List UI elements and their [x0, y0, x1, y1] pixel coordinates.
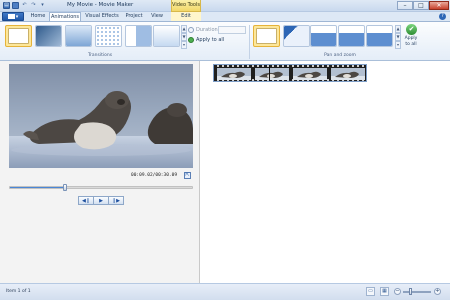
clip-thumbnail-frame	[293, 68, 327, 80]
pan-zoom-pan-diagonal[interactable]	[283, 25, 310, 47]
file-menu-icon	[7, 14, 15, 19]
save-icon[interactable]	[12, 2, 19, 9]
clip-thumbnail-frame	[255, 68, 289, 80]
pan-zoom-zoom-in[interactable]	[310, 25, 337, 47]
app-menu-icon[interactable]: ▤	[3, 2, 10, 9]
title-bar: ▤ ↶ ↷ ▾ My Movie - Movie Maker Video Too…	[0, 0, 450, 12]
transition-zoom[interactable]	[153, 25, 180, 47]
apply-to-all-check-icon: ✔	[406, 24, 417, 35]
pan-zoom-zoom-out[interactable]	[338, 25, 365, 47]
seek-bar[interactable]	[9, 184, 193, 191]
storyboard-pane	[201, 61, 450, 283]
window-title: My Movie - Movie Maker	[67, 2, 134, 8]
close-button[interactable]: ✕	[429, 1, 449, 10]
ribbon: ▲ ▼ ▾ Duration: Apply to all Transitions…	[0, 21, 450, 61]
undo-icon[interactable]: ↶	[21, 2, 28, 9]
gallery-down-icon[interactable]: ▼	[181, 33, 187, 41]
status-bar: Item 1 of 1 ▭ ▦ − +	[0, 283, 450, 300]
zoom-out-button[interactable]: −	[394, 288, 401, 295]
play-button[interactable]: ▶	[94, 196, 108, 205]
ribbon-tab-bar: ▾ Home Animations Visual Effects Project…	[0, 12, 450, 21]
pan-zoom-none[interactable]	[253, 25, 280, 47]
gallery-down-icon[interactable]: ▼	[395, 33, 401, 41]
seek-progress	[10, 187, 65, 188]
tab-home[interactable]: Home	[27, 12, 49, 21]
preview-pane: 00:09.02/00:30.09 ⇱ ◀❙ ▶ ❙▶	[0, 61, 200, 283]
transition-none[interactable]	[5, 25, 32, 47]
storyboard-view-icon[interactable]: ▦	[380, 287, 389, 296]
tab-visual-effects[interactable]: Visual Effects	[83, 12, 121, 21]
file-menu-button[interactable]: ▾	[2, 12, 24, 21]
zoom-slider-thumb[interactable]	[409, 288, 412, 295]
tab-project[interactable]: Project	[122, 12, 146, 21]
zoom-in-button[interactable]: +	[434, 288, 441, 295]
playback-controls: ◀❙ ▶ ❙▶	[78, 196, 124, 205]
video-clip[interactable]	[213, 64, 367, 82]
playhead[interactable]	[269, 65, 270, 81]
gallery-up-icon[interactable]: ▲	[395, 25, 401, 33]
redo-icon[interactable]: ↷	[30, 2, 37, 9]
pan-zoom-group-label: Pan and zoom	[324, 53, 356, 58]
clip-thumbnail-frame	[217, 68, 251, 80]
duration-field[interactable]	[218, 26, 246, 34]
previous-frame-button[interactable]: ◀❙	[78, 196, 94, 205]
fullscreen-icon[interactable]: ⇱	[184, 172, 191, 179]
workspace: 00:09.02/00:30.09 ⇱ ◀❙ ▶ ❙▶	[0, 61, 450, 283]
apply-to-all-icon	[188, 37, 194, 43]
gallery-more-icon[interactable]: ▾	[181, 41, 187, 49]
pan-zoom-gallery-scroll: ▲ ▼ ▾	[395, 25, 401, 49]
ribbon-divider	[249, 25, 250, 59]
gallery-more-icon[interactable]: ▾	[395, 41, 401, 49]
pan-zoom-pan-up[interactable]	[366, 25, 393, 47]
duration-icon	[188, 27, 194, 33]
quick-access-toolbar: ▤ ↶ ↷ ▾	[3, 2, 46, 9]
zoom-slider[interactable]	[403, 291, 431, 293]
minimize-button[interactable]: –	[397, 1, 413, 10]
transition-crossfade[interactable]	[35, 25, 62, 47]
transitions-group-label: Transitions	[87, 53, 113, 58]
chevron-down-icon: ▾	[15, 13, 19, 20]
next-frame-button[interactable]: ❙▶	[108, 196, 124, 205]
tab-view[interactable]: View	[147, 12, 167, 21]
maximize-button[interactable]: □	[413, 1, 429, 10]
gallery-up-icon[interactable]: ▲	[181, 25, 187, 33]
video-frame-image	[9, 64, 193, 168]
timecode-display: 00:09.02/00:30.09	[131, 173, 178, 178]
duration-label: Duration:	[196, 27, 220, 33]
help-icon[interactable]: ?	[439, 13, 446, 20]
transition-blur[interactable]	[65, 25, 92, 47]
clip-thumbnail-frame	[331, 68, 365, 80]
monitor-icon[interactable]: ▭	[366, 287, 375, 296]
tab-edit[interactable]: Edit	[171, 12, 201, 21]
customize-toolbar-icon[interactable]: ▾	[39, 2, 46, 9]
video-tools-header: Video Tools	[171, 0, 201, 12]
tab-animations[interactable]: Animations	[49, 12, 81, 21]
video-preview[interactable]	[9, 64, 193, 168]
transition-slide[interactable]	[125, 25, 152, 47]
transition-dissolve[interactable]	[95, 25, 122, 47]
pan-zoom-apply-to-all-button[interactable]: Apply to all	[402, 36, 420, 48]
seek-thumb[interactable]	[62, 184, 67, 191]
transitions-gallery-scroll: ▲ ▼ ▾	[181, 25, 187, 49]
film-sprocket-holes	[214, 65, 366, 67]
status-text: Item 1 of 1	[6, 289, 31, 294]
transitions-apply-to-all-button[interactable]: Apply to all	[196, 37, 224, 43]
